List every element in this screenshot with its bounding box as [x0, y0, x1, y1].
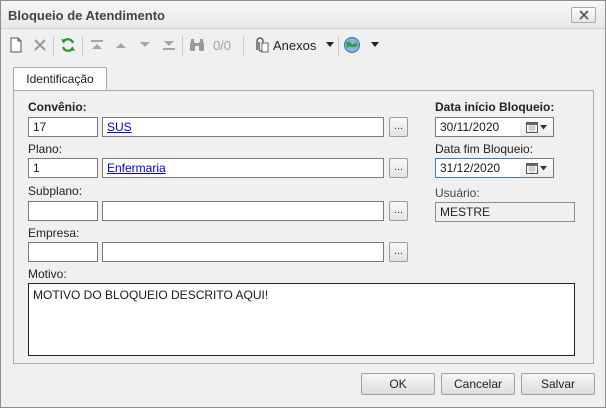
convenio-name-field[interactable]: SUS	[102, 117, 384, 137]
previous-record-button[interactable]	[112, 34, 130, 56]
convenio-label: Convênio:	[28, 100, 87, 114]
cancel-button[interactable]: Cancelar	[441, 373, 515, 395]
dialog-window: Bloqueio de Atendimento 0/0 Anexos Ident…	[0, 0, 606, 408]
last-record-button[interactable]	[160, 34, 178, 56]
subplano-code-field[interactable]	[28, 201, 98, 221]
empresa-lookup-button[interactable]: ...	[389, 242, 408, 262]
tab-identificacao[interactable]: Identificação	[13, 67, 107, 91]
close-button[interactable]	[571, 7, 596, 23]
world-icon	[344, 37, 360, 53]
data-fim-calendar-button[interactable]	[520, 158, 554, 178]
next-record-button[interactable]	[136, 34, 154, 56]
empresa-code-field[interactable]	[28, 242, 98, 262]
calendar-icon	[526, 163, 538, 174]
tab-panel: Convênio: 17 SUS ... Plano: 1 Enfermaria…	[13, 90, 594, 364]
subplano-label: Subplano:	[28, 184, 83, 198]
dropdown-arrow-icon	[326, 42, 335, 47]
web-button[interactable]	[343, 34, 383, 56]
usuario-field: MESTRE	[435, 202, 575, 222]
new-button[interactable]	[7, 34, 25, 56]
first-record-icon	[91, 40, 103, 49]
close-icon	[578, 10, 589, 20]
next-record-icon	[140, 42, 150, 47]
chevron-down-icon	[540, 124, 547, 129]
first-record-button[interactable]	[88, 34, 106, 56]
convenio-lookup-button[interactable]: ...	[389, 117, 408, 137]
plano-lookup-button[interactable]: ...	[389, 158, 408, 178]
toolbar-separator	[82, 36, 83, 56]
toolbar-separator	[243, 36, 244, 56]
motivo-textarea[interactable]: MOTIVO DO BLOQUEIO DESCRITO AQUI!	[28, 283, 575, 356]
find-button[interactable]	[188, 34, 206, 56]
toolbar-separator	[338, 36, 339, 56]
previous-record-icon	[116, 43, 126, 48]
dropdown-arrow-icon	[371, 42, 379, 47]
window-title: Bloqueio de Atendimento	[8, 8, 165, 23]
toolbar-separator	[182, 36, 183, 56]
ok-button[interactable]: OK	[361, 373, 435, 395]
calendar-icon	[526, 122, 538, 133]
delete-icon	[34, 39, 46, 51]
data-fim-label: Data fim Bloqueio:	[435, 142, 534, 156]
plano-name-field[interactable]: Enfermaria	[102, 158, 384, 178]
empresa-label: Empresa:	[28, 226, 80, 240]
refresh-button[interactable]	[58, 34, 78, 56]
convenio-name-link[interactable]: SUS	[107, 120, 132, 134]
toolbar-separator	[53, 36, 54, 56]
data-inicio-calendar-button[interactable]	[520, 117, 554, 137]
plano-code-field[interactable]: 1	[28, 158, 98, 178]
title-bar: Bloqueio de Atendimento	[1, 1, 605, 29]
motivo-label: Motivo:	[28, 267, 67, 281]
last-record-icon	[163, 41, 175, 50]
plano-name-link[interactable]: Enfermaria	[107, 161, 166, 175]
paperclip-icon	[256, 37, 269, 53]
delete-button[interactable]	[31, 34, 49, 56]
empresa-name-field[interactable]	[102, 242, 384, 262]
convenio-code-field[interactable]: 17	[28, 117, 98, 137]
chevron-down-icon	[540, 165, 547, 170]
data-inicio-field[interactable]: 30/11/2020	[435, 117, 521, 137]
data-inicio-label: Data início Bloqueio:	[435, 100, 555, 114]
subplano-lookup-button[interactable]: ...	[389, 201, 408, 221]
data-fim-field[interactable]: 31/12/2020	[435, 158, 521, 178]
attachments-label: Anexos	[273, 37, 317, 53]
record-counter-text: 0/0	[212, 37, 232, 53]
subplano-name-field[interactable]	[102, 201, 384, 221]
save-button[interactable]: Salvar	[521, 373, 595, 395]
refresh-icon	[61, 38, 75, 52]
record-counter: 0/0	[209, 34, 235, 56]
plano-label: Plano:	[28, 142, 63, 156]
toolbar: 0/0 Anexos	[1, 30, 605, 62]
find-icon	[190, 39, 204, 51]
new-document-icon	[10, 37, 22, 53]
usuario-label: Usuário:	[435, 186, 480, 200]
attachments-button[interactable]: Anexos	[251, 34, 335, 56]
